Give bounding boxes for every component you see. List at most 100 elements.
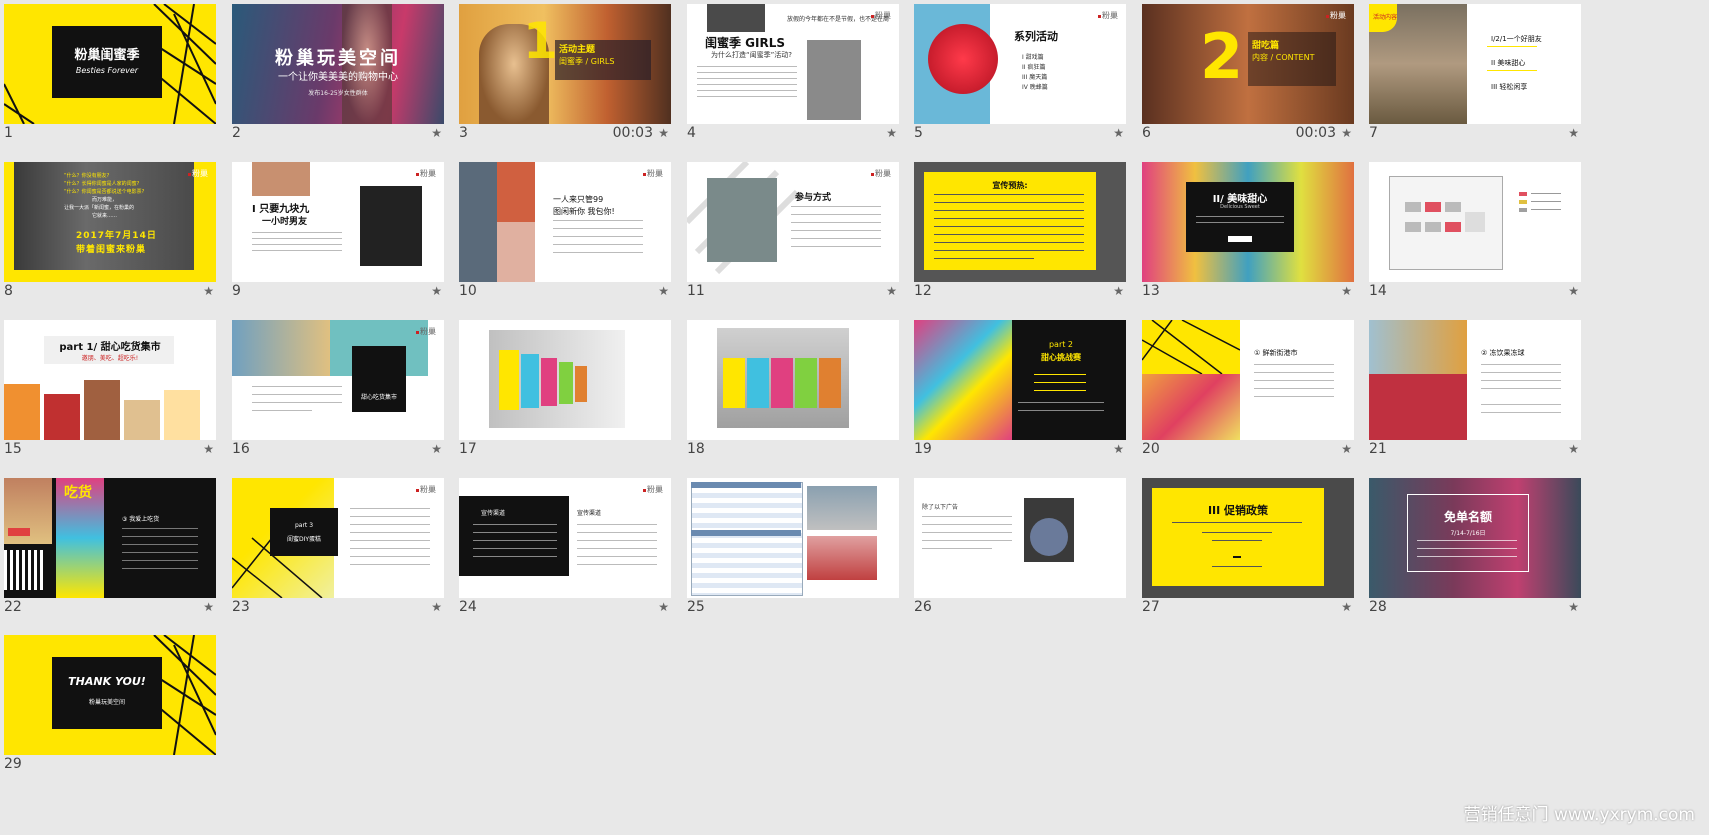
star-icon[interactable]: ★ (1568, 284, 1579, 298)
star-icon[interactable]: ★ (1113, 442, 1124, 456)
star-icon[interactable]: ★ (886, 284, 897, 298)
star-icon[interactable]: ★ (658, 284, 669, 298)
slide-number: 10 (459, 283, 477, 299)
slide-thumbnail-9[interactable]: I 只要九块九 一小时男友 粉巢 9 ★ (232, 162, 444, 302)
slide-thumbnail-19[interactable]: part 2 甜心挑战赛 19 ★ (914, 320, 1126, 460)
slide-number: 14 (1369, 283, 1387, 299)
star-icon[interactable]: ★ (203, 284, 214, 298)
star-icon[interactable]: ★ (658, 126, 669, 140)
star-icon[interactable]: ★ (658, 600, 669, 614)
star-icon[interactable]: ★ (1341, 600, 1352, 614)
slide-thumbnail-13[interactable]: II/ 美味甜心 Delicious Sweet 13 ★ (1142, 162, 1354, 302)
product-photo (1030, 518, 1068, 556)
slide-number: 13 (1142, 283, 1160, 299)
slide-subtitle: 粉巢玩美空间 (88, 699, 125, 706)
slide-title: 活动主题 (559, 45, 596, 55)
graffiti-photo (914, 320, 1012, 440)
slide-title: 粉巢玩美空间 (275, 48, 401, 69)
star-icon[interactable]: ★ (1568, 126, 1579, 140)
slide-thumbnail-18[interactable]: 18 (687, 320, 899, 460)
slide-thumbnail-29[interactable]: THANK YOU! 粉巢玩美空间 29 (4, 635, 216, 775)
slide-thumbnail-16[interactable]: 甜心吃货集市 粉巢 16 ★ (232, 320, 444, 460)
list-item: I/2/1一个好朋友 (1491, 35, 1542, 43)
star-icon[interactable]: ★ (1113, 126, 1124, 140)
slide-title: 一人来只管99 (553, 195, 604, 204)
star-icon[interactable]: ★ (1341, 126, 1352, 140)
brand-logo: 粉巢 (416, 484, 436, 495)
text-line: “什么？你闺蜜是否都说送个电影票? (64, 189, 145, 195)
girl-photo (707, 178, 777, 262)
slide-thumbnail-24[interactable]: 宣传渠道 宣传渠道 粉巢 24 ★ (459, 478, 671, 618)
slide-number: 7 (1369, 125, 1378, 141)
slide-number: 12 (914, 283, 932, 299)
button-shape (8, 528, 30, 536)
slide-subtitle: 为什么打造“闺蜜季”活动? (711, 51, 792, 59)
slide-number: 9 (232, 283, 241, 299)
star-icon[interactable]: ★ (431, 126, 442, 140)
slide-title: 宣传预热: (992, 181, 1028, 190)
slide-thumbnail-28[interactable]: 免单名额 7/14-7/16日 28 ★ (1369, 478, 1581, 618)
slide-number: 20 (1142, 441, 1160, 457)
slide-thumbnail-20[interactable]: ① 鲜新街港市 20 ★ (1142, 320, 1354, 460)
slide-caption: 甜心吃货集市 (360, 394, 397, 401)
star-icon[interactable]: ★ (1568, 600, 1579, 614)
slide-subtitle: 图闲新你 我包你! (553, 207, 615, 216)
list-item: IV 晚蜂篇 (1022, 84, 1048, 91)
slide-title: 除了以下广告 (922, 504, 959, 511)
list-item: I 甜戏篇 (1022, 54, 1044, 61)
slide-title: 闺蜜季 GIRLS (705, 36, 786, 50)
photo (707, 4, 765, 32)
slide-thumbnail-10[interactable]: 一人来只管99 图闲新你 我包你! 粉巢 10 ★ (459, 162, 671, 302)
star-icon[interactable]: ★ (203, 442, 214, 456)
slide-thumbnail-7[interactable]: 活动内容 I/2/1一个好朋友 II 美味甜心 III 轻松闲享 7 ★ (1369, 4, 1581, 144)
couple-photo (360, 186, 422, 266)
slide-thumbnail-4[interactable]: 放假的今年都在不是节假，也不是在周 闺蜜季 GIRLS 为什么打造“闺蜜季”活动… (687, 4, 899, 144)
slide-thumbnail-25[interactable]: 25 (687, 478, 899, 618)
star-icon[interactable]: ★ (1568, 442, 1579, 456)
star-icon[interactable]: ★ (203, 600, 214, 614)
slide-number: 8 (4, 283, 13, 299)
star-icon[interactable]: ★ (431, 442, 442, 456)
slide-thumbnail-3[interactable]: 1 活动主题 闺蜜季 / GIRLS 3 00:03 ★ (459, 4, 671, 144)
food-photo (4, 384, 40, 440)
slide-subtitle: 7/14-7/16日 (1450, 530, 1486, 537)
food-photo (84, 380, 120, 440)
photo (459, 162, 497, 282)
slide-subtitle: 一小时男友 (262, 217, 308, 227)
slide-thumbnail-2[interactable]: 粉巢玩美空间 一个让你美美美的购物中心 发布16-25岁女性群体 2 ★ (232, 4, 444, 144)
slide-thumbnail-14[interactable]: 14 ★ (1369, 162, 1581, 302)
star-icon[interactable]: ★ (431, 600, 442, 614)
star-icon[interactable]: ★ (1341, 442, 1352, 456)
star-icon[interactable]: ★ (1341, 284, 1352, 298)
slide-subtitle: 闺蜜季 / GIRLS (559, 57, 615, 66)
star-icon[interactable]: ★ (1113, 284, 1124, 298)
big-number: 1 (523, 12, 558, 70)
slide-timing: 00:03 (1295, 125, 1336, 141)
slide-thumbnail-23[interactable]: part 3 闺蜜DIY蛋糕 粉巢 23 ★ (232, 478, 444, 618)
slide-thumbnail-26[interactable]: 除了以下广告 26 (914, 478, 1126, 618)
qr-code (4, 550, 44, 590)
slide-subtitle: 甜心挑战赛 (1041, 353, 1081, 362)
brand-logo: 粉巢 (871, 168, 891, 179)
slide-thumbnail-11[interactable]: 参与方式 粉巢 11 ★ (687, 162, 899, 302)
slide-thumbnail-6[interactable]: 2 甜吃篇 内容 / CONTENT 粉巢 6 00:03 ★ (1142, 4, 1354, 144)
slide-title: 甜吃篇 (1252, 41, 1280, 51)
text-line: 而万难能， (92, 197, 118, 203)
list-item: II 疯狂篇 (1022, 64, 1046, 71)
slide-thumbnail-17[interactable]: 17 (459, 320, 671, 460)
slide-thumbnail-15[interactable]: part 1/ 甜心吃货集市 邀朋、美吃、超吃乐! 15 ★ (4, 320, 216, 460)
title-box (352, 346, 406, 412)
slide-thumbnail-8[interactable]: “什么？你没有朋友? “什么？长得你闺蜜是人家的闺蜜? “什么？你闺蜜是否都说送… (4, 162, 216, 302)
slide-thumbnail-5[interactable]: 系列活动 I 甜戏篇 II 疯狂篇 III 魔天篇 IV 晚蜂篇 粉巢 5 ★ (914, 4, 1126, 144)
big-number: 2 (1200, 20, 1244, 93)
slide-thumbnail-1[interactable]: 粉巢闺蜜季 Besties Forever 1 (4, 4, 216, 144)
slide-thumbnail-22[interactable]: 吃货 ③ 我爱上吃货 22 ★ (4, 478, 216, 618)
slide-thumbnail-21[interactable]: ② 冻饮果冻球 21 ★ (1369, 320, 1581, 460)
star-icon[interactable]: ★ (431, 284, 442, 298)
slide-thumbnail-27[interactable]: III 促销政策 27 ★ (1142, 478, 1354, 618)
photo (497, 162, 535, 222)
rose-photo (928, 24, 998, 94)
slide-thumbnail-12[interactable]: 宣传预热: 12 ★ (914, 162, 1126, 302)
star-icon[interactable]: ★ (886, 126, 897, 140)
slide-number: 5 (914, 125, 923, 141)
